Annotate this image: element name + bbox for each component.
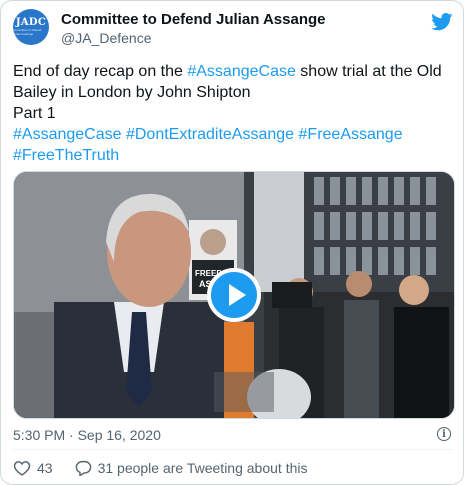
video-player[interactable]: FREEDO ASS [13,171,455,419]
heart-icon [13,461,31,476]
hashtag-link[interactable]: #FreeAssange [299,126,403,143]
tweet-text-start: End of day recap on the [13,63,188,80]
conversation-text: 31 people are Tweeting about this [97,460,308,476]
reply-icon [75,460,91,476]
tweet-text: End of day recap on the #AssangeCase sho… [13,61,453,166]
hashtag-link[interactable]: #AssangeCase [187,63,296,80]
tweet-card: JADC Committee to Defend Julian Assange … [0,0,464,485]
tweet-timestamp[interactable]: 5:30 PM · Sep 16, 2020 [13,427,161,443]
divider [13,449,453,450]
avatar-subtext: Committee to Defend Julian Assange [13,28,42,36]
hashtag-link[interactable]: #DontExtraditeAssange [126,126,294,143]
like-count: 43 [37,460,53,476]
hashtag-link[interactable]: #FreeTheTruth [13,147,119,164]
account-handle[interactable]: @JA_Defence [61,30,151,46]
twitter-bird-icon[interactable] [431,13,453,31]
avatar-monogram: JADC [15,17,47,28]
info-icon[interactable]: i [437,427,451,441]
play-button[interactable] [207,268,261,322]
avatar[interactable]: JADC Committee to Defend Julian Assange [13,9,49,45]
play-icon [229,284,246,306]
hashtag-link[interactable]: #AssangeCase [13,126,122,143]
conversation-link[interactable]: 31 people are Tweeting about this [75,460,308,476]
like-button[interactable]: 43 [13,460,53,476]
account-name[interactable]: Committee to Defend Julian Assange [61,11,326,28]
tweet-part: Part 1 [13,105,56,122]
tweet-actions: 43 31 people are Tweeting about this [13,459,307,477]
